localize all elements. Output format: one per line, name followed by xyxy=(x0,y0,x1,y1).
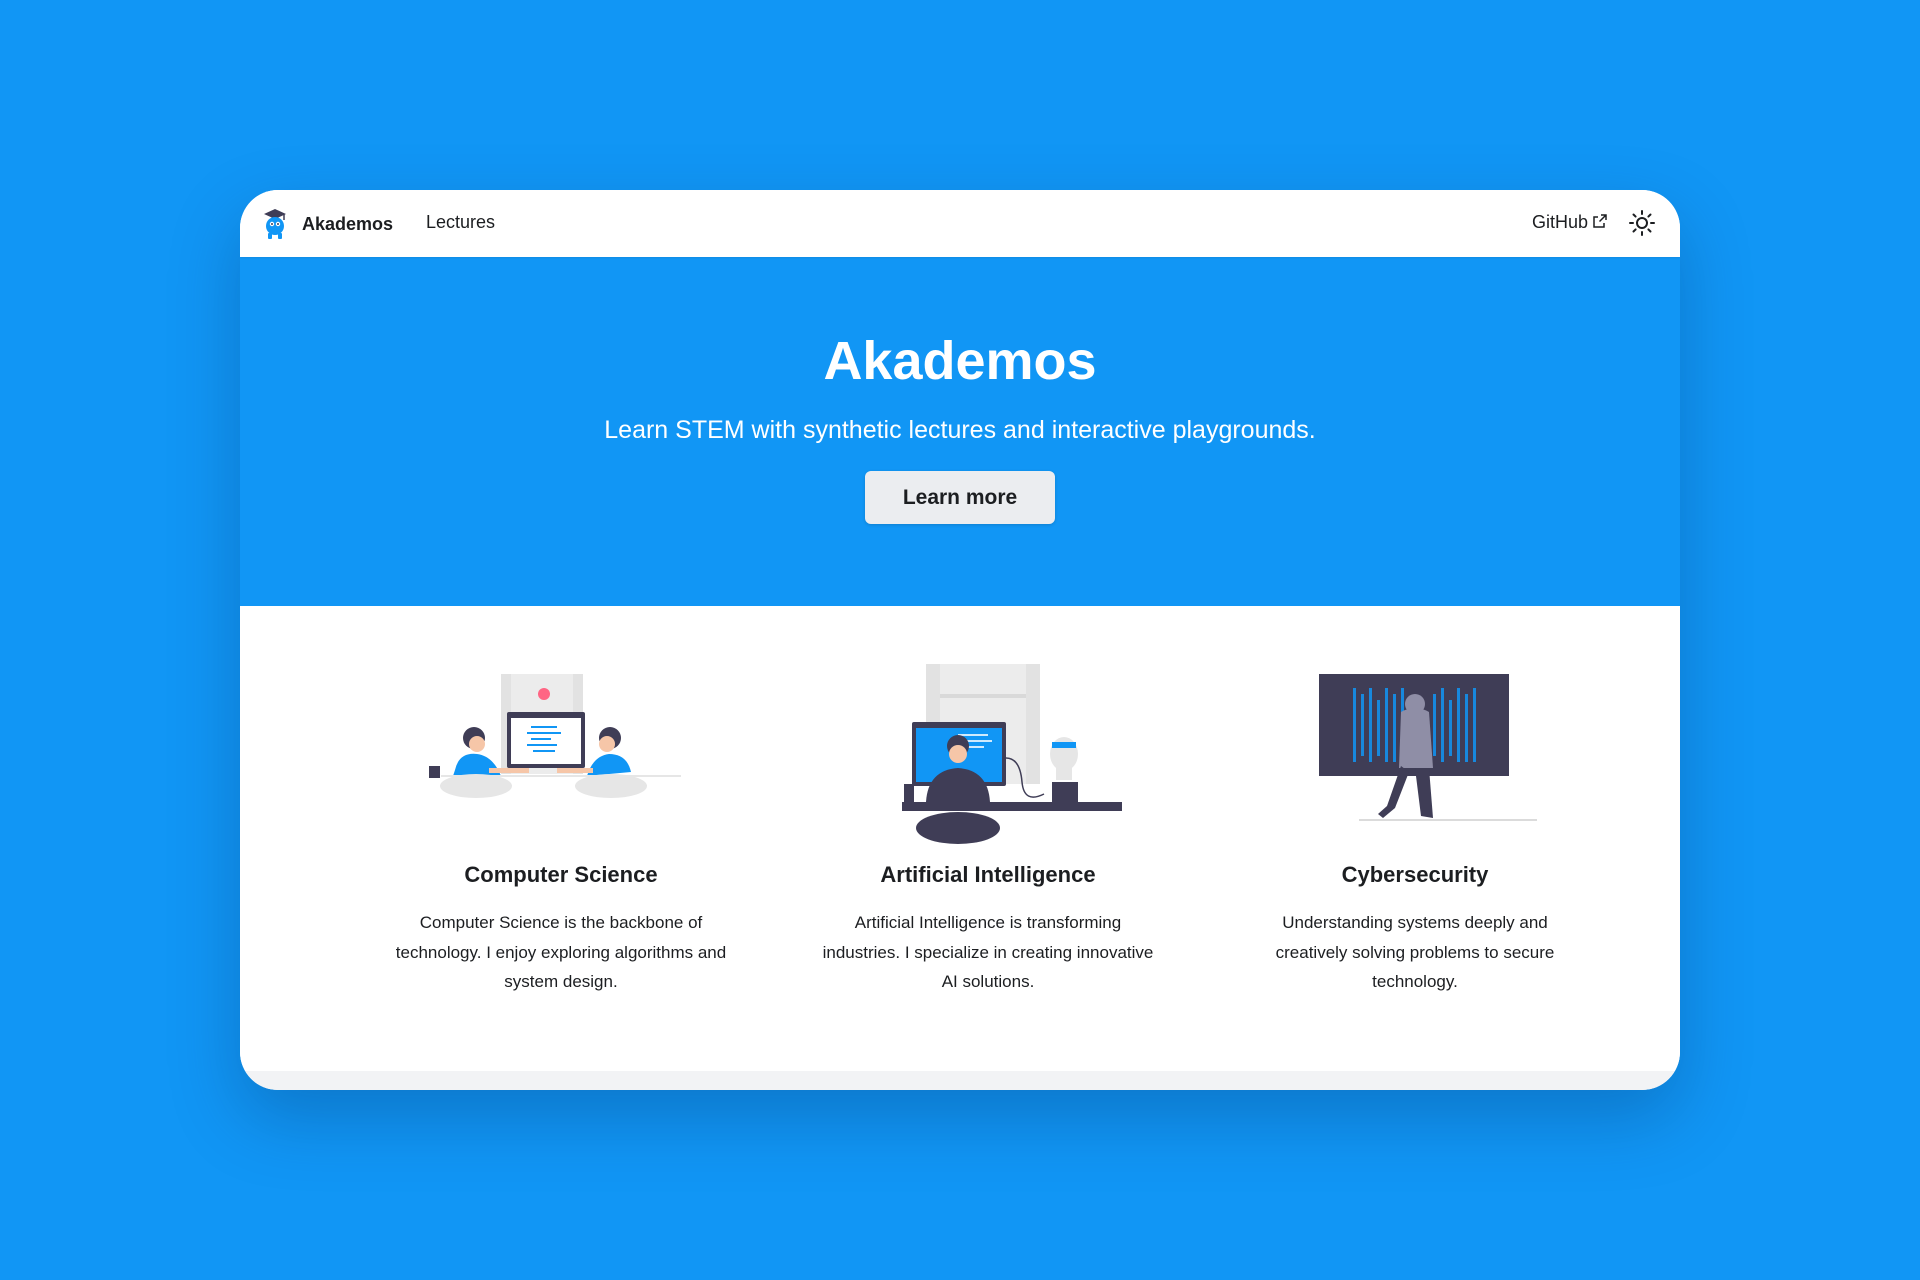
github-label: GitHub xyxy=(1532,212,1589,232)
ai-robot-illustration xyxy=(902,664,1122,844)
navbar: Akademos Lectures GitHub xyxy=(240,190,1680,257)
hooded-hacker-illustration xyxy=(1319,674,1537,821)
akademos-logo-icon xyxy=(264,209,286,239)
features-section: Computer Science Computer Science is the… xyxy=(240,606,1680,1071)
footer-strip xyxy=(240,1071,1680,1090)
hero-title: Akademos xyxy=(823,331,1097,391)
pair-programming-illustration xyxy=(429,674,681,798)
brand-link[interactable]: Akademos xyxy=(260,207,393,241)
sun-icon[interactable] xyxy=(1628,209,1656,237)
brand-name: Akademos xyxy=(302,213,394,234)
feature-description: Artificial Intelligence is transforming … xyxy=(822,913,1154,991)
browser-window: Akademos Lectures GitHub Akademos Learn … xyxy=(240,190,1680,1090)
nav-link-lectures[interactable]: Lectures xyxy=(426,212,495,233)
feature-description: Understanding systems deeply and creativ… xyxy=(1275,913,1555,991)
feature-title: Computer Science xyxy=(464,862,658,887)
learn-more-button[interactable]: Learn more xyxy=(865,471,1055,524)
feature-description: Computer Science is the backbone of tech… xyxy=(395,913,727,991)
feature-title: Artificial Intelligence xyxy=(880,862,1096,887)
external-link-icon xyxy=(1593,213,1607,228)
feature-title: Cybersecurity xyxy=(1341,862,1489,887)
hero-banner: Akademos Learn STEM with synthetic lectu… xyxy=(240,257,1680,606)
hero-tagline: Learn STEM with synthetic lectures and i… xyxy=(604,416,1316,444)
github-link[interactable]: GitHub xyxy=(1532,212,1607,233)
